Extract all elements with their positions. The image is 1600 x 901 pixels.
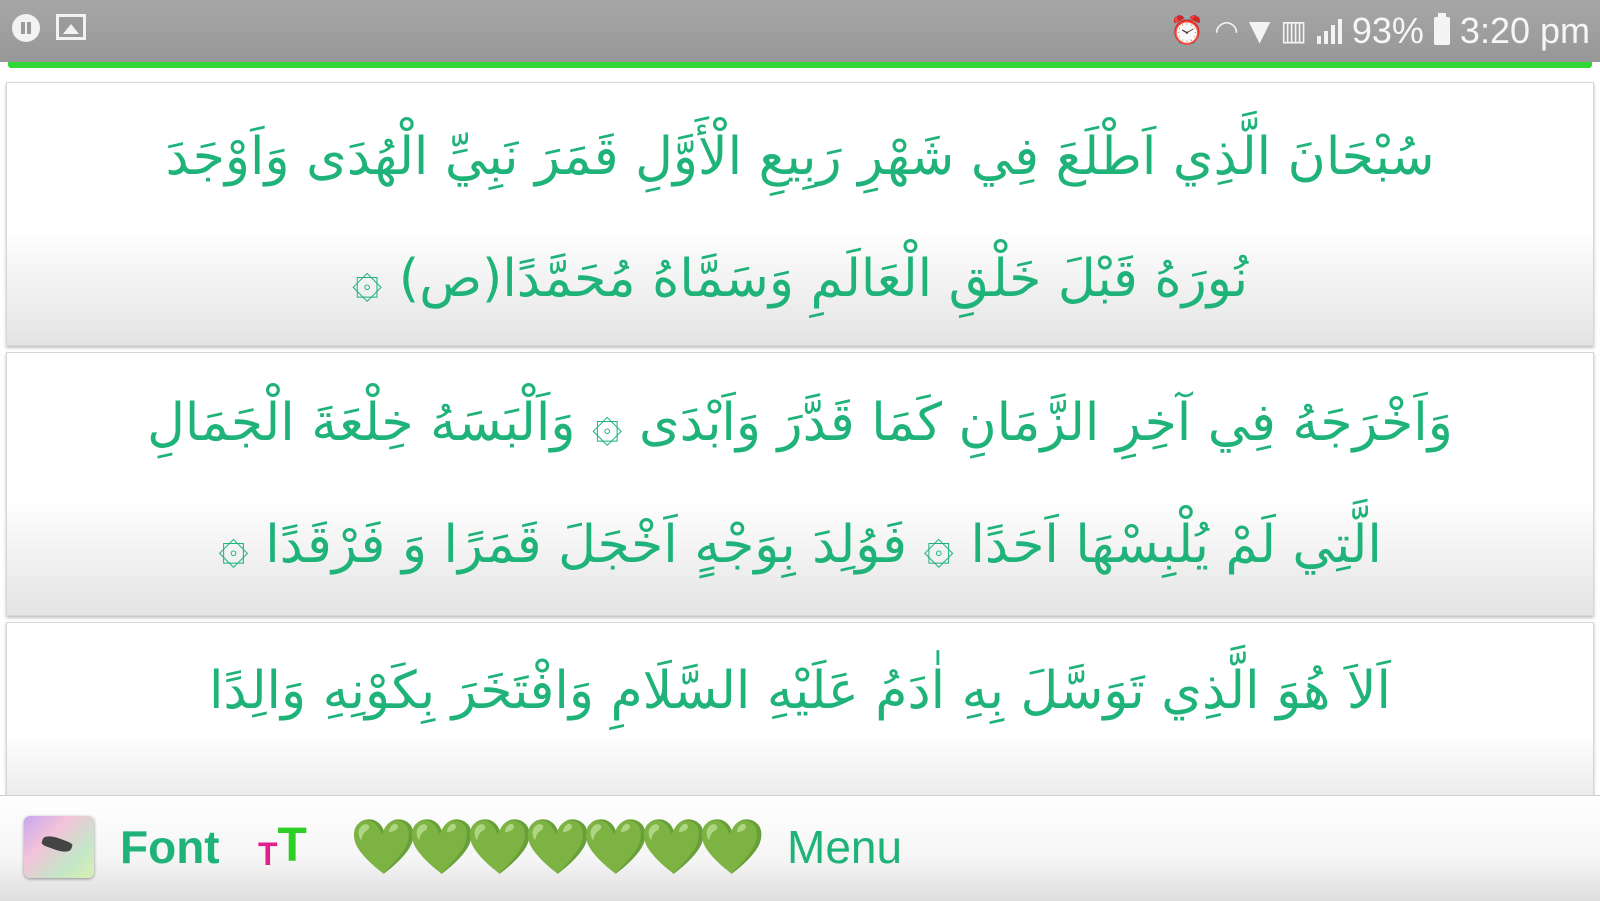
pause-icon (12, 14, 40, 42)
menu-button[interactable]: Menu (787, 816, 902, 878)
verse-line: نُورَهُ قَبْلَ خَلْقِ الْعَالَمِ وَسَمَّ… (351, 249, 1249, 309)
signal-icon (1316, 18, 1342, 44)
battery-icon (1433, 13, 1450, 45)
font-size-large-glyph: T (277, 819, 307, 872)
font-size-icon[interactable]: TT (258, 818, 307, 874)
hearts-row: 💚 💚 💚 💚 💚 💚 💚 (350, 812, 765, 882)
verse-card[interactable]: اَلاَ هُوَ الَّذِي تَوَسَّلَ بِهِ اٰدَمُ… (6, 622, 1594, 800)
pocket-icon: ▼ (1248, 14, 1271, 47)
data-icon: ▥ (1280, 14, 1307, 47)
green-heart-icon[interactable]: 💚 (582, 812, 649, 882)
verse-line: سُبْحَانَ الَّذِي اَطْلَعَ فِي شَهْرِ رَ… (165, 127, 1435, 187)
verse-card[interactable]: وَاَخْرَجَهُ فِي آخِرِ الزَّمَانِ كَمَا … (6, 352, 1594, 616)
status-bar: ⏰ ◠ ▼ ▥ 93% 3:20 pm (0, 0, 1600, 62)
green-heart-icon[interactable]: 💚 (524, 812, 591, 882)
font-button[interactable]: Font (120, 816, 220, 878)
green-accent-line (8, 62, 1592, 68)
wifi-icon: ◠ (1214, 14, 1239, 47)
green-heart-icon[interactable]: 💚 (466, 812, 533, 882)
bottom-toolbar: Font TT 💚 💚 💚 💚 💚 💚 💚 Menu (0, 795, 1600, 901)
verse-line: اَلاَ هُوَ الَّذِي تَوَسَّلَ بِهِ اٰدَمُ… (208, 661, 1392, 721)
green-heart-icon[interactable]: 💚 (640, 812, 707, 882)
verse-line: الَّتِي لَمْ يُلْبِسْهَا اَحَدًا ۞ فَوُل… (218, 515, 1382, 575)
image-notification-icon (56, 14, 86, 40)
green-heart-icon[interactable]: 💚 (408, 812, 475, 882)
green-heart-icon[interactable]: 💚 (350, 812, 417, 882)
battery-percent: 93% (1351, 10, 1424, 51)
clock: 3:20 pm (1459, 10, 1590, 51)
app-icon[interactable] (24, 816, 94, 878)
verse-line: وَاَخْرَجَهُ فِي آخِرِ الزَّمَانِ كَمَا … (147, 393, 1453, 453)
green-heart-icon[interactable]: 💚 (698, 812, 765, 882)
status-icons: ⏰ ◠ ▼ ▥ 93% 3:20 pm (1170, 0, 1590, 62)
alarm-icon: ⏰ (1169, 14, 1205, 47)
verse-card[interactable]: سُبْحَانَ الَّذِي اَطْلَعَ فِي شَهْرِ رَ… (6, 82, 1594, 346)
font-size-small-glyph: T (258, 836, 278, 872)
verse-list[interactable]: سُبْحَانَ الَّذِي اَطْلَعَ فِي شَهْرِ رَ… (0, 80, 1600, 800)
